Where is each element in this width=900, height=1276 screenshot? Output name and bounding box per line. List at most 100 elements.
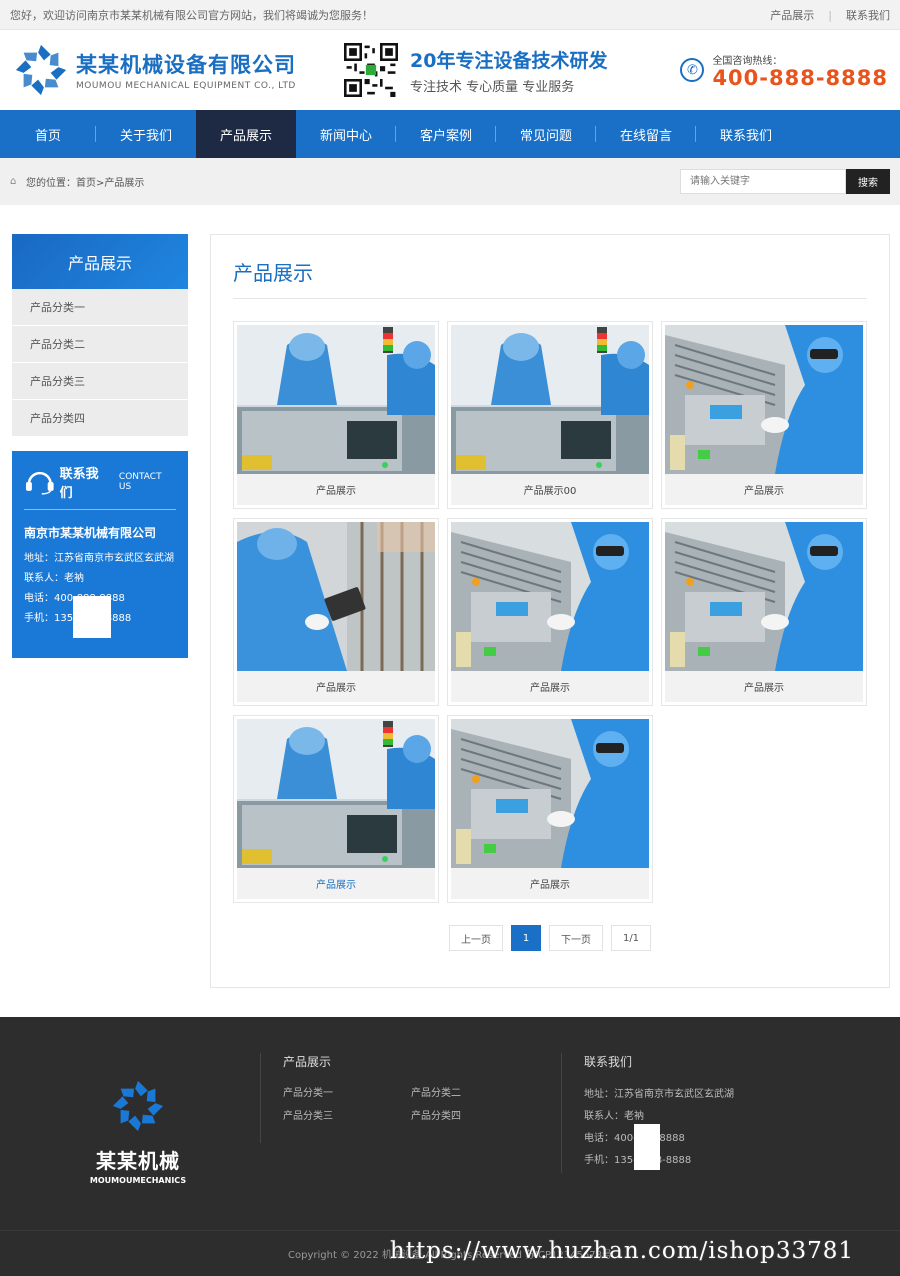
prev-page-button[interactable]: 上一页 <box>449 925 503 951</box>
nav-item-4[interactable]: 新闻中心 <box>296 110 396 158</box>
product-image <box>237 719 435 868</box>
page-total: 1/1 <box>611 925 651 951</box>
product-image <box>451 719 649 868</box>
footer-products-column: 产品展示 产品分类一 产品分类二 产品分类三 产品分类四 <box>260 1053 540 1143</box>
contact-title: 联系我们 <box>59 467 99 501</box>
nav-item-label: 新闻中心 <box>319 128 372 144</box>
search-form: 搜索 <box>680 169 890 194</box>
footer-logo-name: 某某机械 <box>96 1149 180 1173</box>
redaction-mask <box>73 596 111 638</box>
footer-contact-title: 联系我们 <box>584 1055 633 1069</box>
product-card[interactable]: 产品展示 <box>447 518 653 706</box>
contact-address: 地址：江苏省南京市玄武区玄武湖 <box>24 553 174 564</box>
sidebar-item-1[interactable]: 产品分类一 <box>12 289 188 326</box>
footer-phone: 电话：400-888-8888 <box>584 1128 821 1150</box>
slogan-headline: 20年专注设备技术研发 <box>410 49 608 72</box>
next-page-button[interactable]: 下一页 <box>549 925 603 951</box>
footer-contact-person: 联系人：老衲 <box>584 1111 644 1122</box>
product-image <box>665 522 863 671</box>
product-caption[interactable]: 产品展示 <box>665 474 863 505</box>
product-card[interactable]: 产品展示 <box>233 715 439 903</box>
product-card[interactable]: 产品展示 <box>661 321 867 509</box>
site-logo[interactable]: 某某机械设备有限公司 MOUMOU MECHANICAL EQUIPMENT C… <box>12 41 332 99</box>
welcome-text: 您好，欢迎访问南京市某某机械有限公司官方网站，我们将竭诚为您服务！ <box>10 9 373 22</box>
sidebar-item-3[interactable]: 产品分类三 <box>12 363 188 400</box>
sidebar-item-4[interactable]: 产品分类四 <box>12 400 188 437</box>
footer-category-link[interactable]: 产品分类一 <box>283 1084 411 1099</box>
footer-address: 地址：江苏省南京市玄武区玄武湖 <box>584 1089 734 1100</box>
hotline-label: 全国咨询热线： <box>712 55 783 67</box>
footer-contact-column: 联系我们 地址：江苏省南京市玄武区玄武湖 联系人：老衲 电话：400-888-8… <box>561 1053 821 1173</box>
product-caption[interactable]: 产品展示 <box>665 671 863 702</box>
main-area: 产品展示 产品分类一 产品分类二 产品分类三 产品分类四 联系我们 CONTAC… <box>0 205 900 988</box>
nav-item-7[interactable]: 在线留言 <box>596 110 696 158</box>
pinwheel-logo-icon <box>112 1080 164 1132</box>
product-caption[interactable]: 产品展示 <box>237 868 435 899</box>
product-caption[interactable]: 产品展示 <box>451 671 649 702</box>
current-page-button[interactable]: 1 <box>511 925 541 951</box>
footer-logo-name-en: MOUMOUMECHANICS <box>89 1176 187 1185</box>
nav-item-label: 常见问题 <box>519 128 572 144</box>
contact-person: 联系人：老衲 <box>24 573 84 584</box>
product-caption[interactable]: 产品展示 <box>237 474 435 505</box>
nav-item-label: 产品展示 <box>219 128 272 144</box>
search-button[interactable]: 搜索 <box>846 169 890 194</box>
main-nav: 首页 关于我们 产品展示 新闻中心 客户案例 常见问题 在线留言 联系我们 <box>0 110 900 158</box>
sidebar-item-2[interactable]: 产品分类二 <box>12 326 188 363</box>
footer-category-link[interactable]: 产品分类四 <box>411 1107 539 1122</box>
redaction-mask <box>634 1124 660 1170</box>
product-card[interactable]: 产品展示 <box>447 715 653 903</box>
product-image <box>665 325 863 474</box>
product-image <box>451 522 649 671</box>
page-title: 产品展示 <box>233 257 867 299</box>
nav-item-label: 在线留言 <box>619 128 672 144</box>
product-caption[interactable]: 产品展示 <box>451 868 649 899</box>
product-card[interactable]: 产品展示 <box>233 518 439 706</box>
hotline-number: 400-888-8888 <box>712 65 888 90</box>
contact-company: 南京市某某机械有限公司 <box>24 526 157 540</box>
product-content: 产品展示 产品展示 产品展示00 产品展示 产品展示 产品展示 产品展示 产品展示 产品展示 … <box>210 234 890 988</box>
footer-category-link[interactable]: 产品分类三 <box>283 1107 411 1122</box>
top-bar: 您好，欢迎访问南京市某某机械有限公司官方网站，我们将竭诚为您服务！ 产品展示 |… <box>0 0 900 30</box>
footer-mobile: 手机：135-8888-8888 <box>584 1150 821 1172</box>
nav-item-6[interactable]: 常见问题 <box>496 110 596 158</box>
breadcrumb-prefix: 您的位置： <box>26 178 76 189</box>
qr-code-icon <box>344 43 398 97</box>
nav-item-2[interactable]: 关于我们 <box>96 110 196 158</box>
product-image <box>451 325 649 474</box>
product-card[interactable]: 产品展示00 <box>447 321 653 509</box>
search-input[interactable] <box>680 169 846 194</box>
nav-item-label: 客户案例 <box>419 128 472 144</box>
nav-item-8[interactable]: 联系我们 <box>696 110 796 158</box>
headset-icon <box>25 471 54 495</box>
product-card[interactable]: 产品展示 <box>233 321 439 509</box>
nav-item-3[interactable]: 产品展示 <box>196 110 296 158</box>
nav-item-1[interactable]: 首页 <box>0 110 96 158</box>
breadcrumb[interactable]: 首页>产品展示 <box>76 174 144 189</box>
phone-icon: ✆ <box>680 58 705 82</box>
product-image <box>237 325 435 474</box>
slogan-subline: 专注技术 专心质量 专业服务 <box>410 79 575 95</box>
nav-item-label: 联系我们 <box>719 128 772 144</box>
pinwheel-logo-icon <box>15 44 67 96</box>
sidebar-title: 产品展示 <box>12 234 188 289</box>
top-link-separator: | <box>828 8 832 22</box>
footer-logo[interactable]: 某某机械 MOUMOUMECHANICS <box>88 1077 188 1185</box>
footer-category-link[interactable]: 产品分类二 <box>411 1084 539 1099</box>
product-grid: 产品展示 产品展示00 产品展示 产品展示 产品展示 产品展示 产品展示 产品展示 <box>233 321 867 903</box>
top-link-contact[interactable]: 联系我们 <box>846 7 890 23</box>
watermark-url: https://www.huzhan.com/ishop33781 <box>389 1238 854 1264</box>
home-icon: ⌂ <box>10 175 17 187</box>
product-image <box>237 522 435 671</box>
product-caption[interactable]: 产品展示 <box>237 671 435 702</box>
top-link-products[interactable]: 产品展示 <box>770 7 814 23</box>
product-card[interactable]: 产品展示 <box>661 518 867 706</box>
footer-products-title: 产品展示 <box>283 1055 332 1069</box>
nav-item-label: 关于我们 <box>119 128 172 144</box>
site-header: 某某机械设备有限公司 MOUMOU MECHANICAL EQUIPMENT C… <box>0 30 900 110</box>
company-name-en: MOUMOU MECHANICAL EQUIPMENT CO., LTD <box>76 81 296 91</box>
pagination: 上一页 1 下一页 1/1 <box>233 925 867 951</box>
product-caption[interactable]: 产品展示00 <box>451 474 649 505</box>
nav-item-label: 首页 <box>34 128 61 144</box>
nav-item-5[interactable]: 客户案例 <box>396 110 496 158</box>
